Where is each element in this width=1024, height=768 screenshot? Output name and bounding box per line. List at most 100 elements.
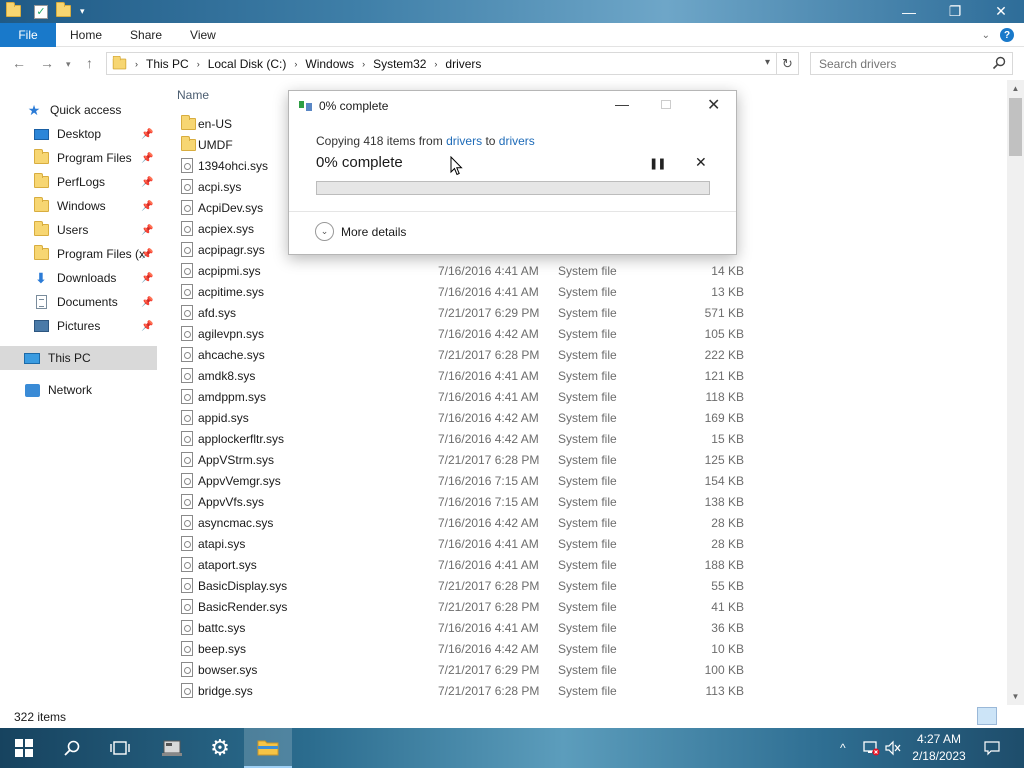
file-size: 121 KB	[704, 368, 744, 383]
breadcrumb-separator-icon[interactable]: ›	[294, 59, 297, 69]
file-row[interactable]: AppvVemgr.sys 7/16/2016 7:15 AM System fil…	[177, 470, 747, 491]
close-button[interactable]: ✕	[978, 0, 1024, 23]
details-view-button[interactable]	[977, 707, 997, 725]
minimize-button[interactable]: —	[886, 0, 932, 23]
tab-share[interactable]: Share	[116, 23, 176, 47]
file-type: System file	[558, 599, 617, 614]
pause-button[interactable]: ❚❚	[649, 157, 666, 170]
search-box[interactable]	[810, 52, 1013, 75]
breadcrumb-separator-icon[interactable]: ›	[135, 59, 138, 69]
sidebar-item-windows[interactable]: Windows 📌	[0, 194, 157, 218]
vertical-scrollbar[interactable]: ▲ ▼	[1007, 80, 1024, 705]
scroll-up-icon[interactable]: ▲	[1007, 80, 1024, 97]
file-row[interactable]: afd.sys 7/21/2017 6:29 PM System file 571 K…	[177, 302, 747, 323]
file-row[interactable]: amdk8.sys 7/16/2016 4:41 AM System file 121…	[177, 365, 747, 386]
search-taskbar-button[interactable]	[48, 728, 96, 768]
sidebar-item-pictures[interactable]: Pictures 📌	[0, 314, 157, 338]
file-row[interactable]: ataport.sys 7/16/2016 4:41 AM System file 1…	[177, 554, 747, 575]
forward-arrow-icon[interactable]: →	[40, 55, 54, 71]
task-view-button[interactable]	[96, 728, 144, 768]
search-icon[interactable]	[992, 56, 1006, 70]
file-row[interactable]: bowser.sys 7/21/2017 6:29 PM System file 10…	[177, 659, 747, 680]
file-row[interactable]: AppVStrm.sys 7/21/2017 6:28 PM System file…	[177, 449, 747, 470]
file-row[interactable]: asyncmac.sys 7/16/2016 4:42 AM System file…	[177, 512, 747, 533]
breadcrumb-separator-icon[interactable]: ›	[197, 59, 200, 69]
sidebar-item-downloads[interactable]: ⬇ Downloads 📌	[0, 266, 157, 290]
file-row[interactable]: ahcache.sys 7/21/2017 6:28 PM System file 2…	[177, 344, 747, 365]
pin-icon: 📌	[141, 224, 154, 236]
help-icon[interactable]: ?	[1000, 28, 1014, 42]
nav-network[interactable]: Network	[0, 378, 157, 402]
breadcrumb-separator-icon[interactable]: ›	[434, 59, 437, 69]
file-row[interactable]: appid.sys 7/16/2016 4:42 AM System file 169…	[177, 407, 747, 428]
file-row[interactable]: acpipmi.sys 7/16/2016 4:41 AM System file 1…	[177, 260, 747, 281]
tab-file[interactable]: File	[0, 22, 56, 47]
restore-button[interactable]: ❐	[932, 0, 978, 23]
scrollbar-thumb[interactable]	[1009, 98, 1022, 156]
up-arrow-icon[interactable]: ↑	[86, 55, 93, 71]
settings-taskbar-button[interactable]: ⚙	[196, 728, 244, 768]
file-row[interactable]: bridge.sys 7/21/2017 6:28 PM System file 11…	[177, 680, 747, 701]
network-disconnected-icon[interactable]	[862, 728, 880, 768]
sidebar-item-desktop[interactable]: Desktop 📌	[0, 122, 157, 146]
nav-quick-access[interactable]: ★ Quick access	[0, 98, 157, 122]
file-row[interactable]: battc.sys 7/16/2016 4:41 AM System file 36 …	[177, 617, 747, 638]
file-row[interactable]: atapi.sys 7/16/2016 4:41 AM System file 28 …	[177, 533, 747, 554]
system-file-icon	[181, 389, 193, 407]
pin-icon: 📌	[141, 152, 154, 164]
file-size: 113 KB	[705, 683, 744, 698]
sidebar-item-program-files[interactable]: Program Files 📌	[0, 146, 157, 170]
cancel-copy-button[interactable]: ✕	[695, 154, 707, 171]
dialog-close-button[interactable]: ✕	[707, 95, 720, 115]
tab-view[interactable]: View	[176, 23, 230, 47]
action-center-icon[interactable]	[983, 728, 1001, 768]
back-arrow-icon[interactable]: ←	[12, 55, 26, 71]
column-header-name[interactable]: Name	[177, 88, 209, 102]
file-row[interactable]: beep.sys 7/16/2016 4:42 AM System file 10 K…	[177, 638, 747, 659]
file-row[interactable]: BasicDisplay.sys 7/21/2017 6:28 PM System …	[177, 575, 747, 596]
system-clock[interactable]: 4:27 AM 2/18/2023	[906, 731, 972, 765]
properties-icon[interactable]: ✓	[34, 4, 48, 19]
more-details-button[interactable]: ⌄ More details	[315, 222, 406, 241]
nav-this-pc[interactable]: This PC	[0, 346, 157, 370]
breadcrumb-this-pc[interactable]: This PC	[146, 57, 189, 71]
sidebar-item-perflogs[interactable]: PerfLogs 📌	[0, 170, 157, 194]
breadcrumb-system32[interactable]: System32	[373, 57, 426, 71]
server-manager-icon	[162, 740, 182, 756]
server-manager-button[interactable]	[148, 728, 196, 768]
search-input[interactable]	[819, 56, 989, 71]
sidebar-item-documents[interactable]: Documents 📌	[0, 290, 157, 314]
show-hidden-icons-chevron-icon[interactable]: ^	[840, 728, 846, 768]
address-history-chevron-icon[interactable]: ▾	[765, 57, 770, 68]
expand-ribbon-chevron-icon[interactable]: ⌄	[982, 30, 990, 41]
large-icons-view-button[interactable]	[999, 707, 1019, 725]
file-row[interactable]: BasicRender.sys 7/21/2017 6:28 PM System f…	[177, 596, 747, 617]
file-size: 100 KB	[704, 662, 744, 677]
breadcrumb-windows[interactable]: Windows	[305, 57, 354, 71]
file-row[interactable]: AppvVfs.sys 7/16/2016 7:15 AM System file 1…	[177, 491, 747, 512]
destination-folder-link[interactable]: drivers	[499, 134, 535, 148]
file-type: System file	[558, 410, 617, 425]
file-row[interactable]: acpitime.sys 7/16/2016 4:41 AM System file…	[177, 281, 747, 302]
file-row[interactable]: applockerfltr.sys 7/16/2016 4:42 AM System…	[177, 428, 747, 449]
customize-quick-access-chevron-icon[interactable]: ▾	[80, 6, 85, 17]
dialog-minimize-button[interactable]: —	[615, 96, 629, 112]
file-row[interactable]: amdppm.sys 7/16/2016 4:41 AM System file 11…	[177, 386, 747, 407]
tab-home[interactable]: Home	[56, 23, 116, 47]
breadcrumb-local-disk[interactable]: Local Disk (C:)	[208, 57, 287, 71]
sidebar-item-program-files-x86[interactable]: Program Files (x86) 📌	[0, 242, 157, 266]
recent-locations-chevron-icon[interactable]: ▾	[66, 59, 71, 70]
breadcrumb-drivers[interactable]: drivers	[445, 57, 481, 71]
new-folder-icon[interactable]	[56, 1, 72, 19]
refresh-button[interactable]: ↻	[777, 52, 799, 75]
source-folder-link[interactable]: drivers	[446, 134, 482, 148]
sidebar-item-users[interactable]: Users 📌	[0, 218, 157, 242]
scroll-down-icon[interactable]: ▼	[1007, 688, 1024, 705]
volume-muted-icon[interactable]	[884, 728, 902, 768]
file-row[interactable]: agilevpn.sys 7/16/2016 4:42 AM System file…	[177, 323, 747, 344]
file-size: 222 KB	[704, 347, 744, 362]
address-bar[interactable]: › This PC › Local Disk (C:) › Windows › …	[106, 52, 777, 75]
start-button[interactable]	[0, 728, 48, 768]
file-explorer-taskbar-button[interactable]	[244, 728, 292, 768]
breadcrumb-separator-icon[interactable]: ›	[362, 59, 365, 69]
